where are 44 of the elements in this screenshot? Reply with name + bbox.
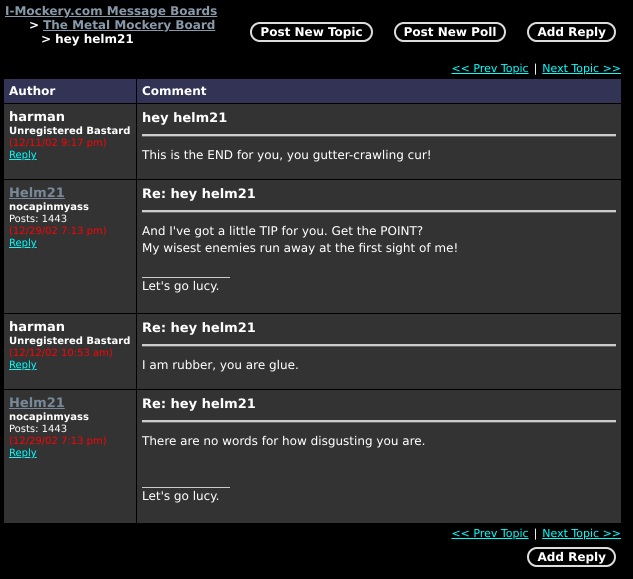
post-new-poll-button[interactable]: Post New Poll	[394, 22, 506, 42]
breadcrumb-link[interactable]: The Metal Mockery Board	[43, 18, 216, 32]
post-subject: Re: hey helm21	[142, 320, 256, 338]
author-rank: nocapinmyass	[9, 412, 89, 424]
signature-text: Let's go lucy.	[142, 278, 220, 294]
breadcrumb-separator: >	[29, 18, 40, 32]
post-text: This is the END for you, you gutter-crawling cur!	[142, 147, 432, 164]
prev-topic-link[interactable]: << Prev Topic	[451, 62, 529, 76]
post-text: There are no words for how disgusting you are.	[142, 433, 426, 450]
next-topic-link[interactable]: Next Topic >>	[542, 527, 621, 541]
signature-text: Let's go lucy.	[142, 488, 220, 504]
author-name: harman	[9, 320, 66, 336]
post-date: (12/12/02 10:53 am)	[9, 348, 113, 360]
breadcrumb-link[interactable]: I-Mockery.com Message Boards	[5, 4, 218, 18]
prev-topic-link[interactable]: << Prev Topic	[451, 527, 529, 541]
column-header: Comment	[137, 79, 621, 103]
post-subject: Re: hey helm21	[142, 396, 256, 414]
add-reply-button[interactable]: Add Reply	[527, 22, 616, 42]
column-header: Author	[4, 79, 136, 103]
reply-link[interactable]: Reply	[9, 448, 37, 460]
post-text: And I've got a little TIP for you. Get the POINT?	[142, 223, 424, 240]
post-date: (12/29/02 7:13 pm)	[9, 226, 107, 238]
post-date: (12/29/02 7:13 pm)	[9, 436, 107, 448]
link-separator: |	[534, 62, 538, 76]
post-text: My wisest enemies run away at the first sight of me!	[142, 240, 458, 257]
post-text: I am rubber, you are glue.	[142, 357, 299, 374]
post-count: Posts: 1443	[9, 424, 68, 436]
reply-link[interactable]: Reply	[9, 150, 37, 162]
post-subject: Re: hey helm21	[142, 186, 256, 204]
next-topic-link[interactable]: Next Topic >>	[542, 62, 621, 76]
reply-link[interactable]: Reply	[9, 238, 37, 250]
post-date: (12/11/02 9:17 pm)	[9, 138, 107, 150]
author-rank: Unregistered Bastard	[9, 336, 130, 348]
post-new-topic-button[interactable]: Post New Topic	[250, 22, 373, 42]
link-separator: |	[534, 527, 538, 541]
add-reply-button[interactable]: Add Reply	[527, 547, 616, 567]
reply-link[interactable]: Reply	[9, 360, 37, 372]
breadcrumb-current: hey helm21	[55, 32, 134, 46]
post-subject: hey helm21	[142, 110, 228, 128]
author-rank: nocapinmyass	[9, 202, 89, 214]
breadcrumb-separator: >	[41, 32, 52, 46]
post-count: Posts: 1443	[9, 214, 68, 226]
author-rank: Unregistered Bastard	[9, 126, 130, 138]
author-name: harman	[9, 110, 66, 126]
